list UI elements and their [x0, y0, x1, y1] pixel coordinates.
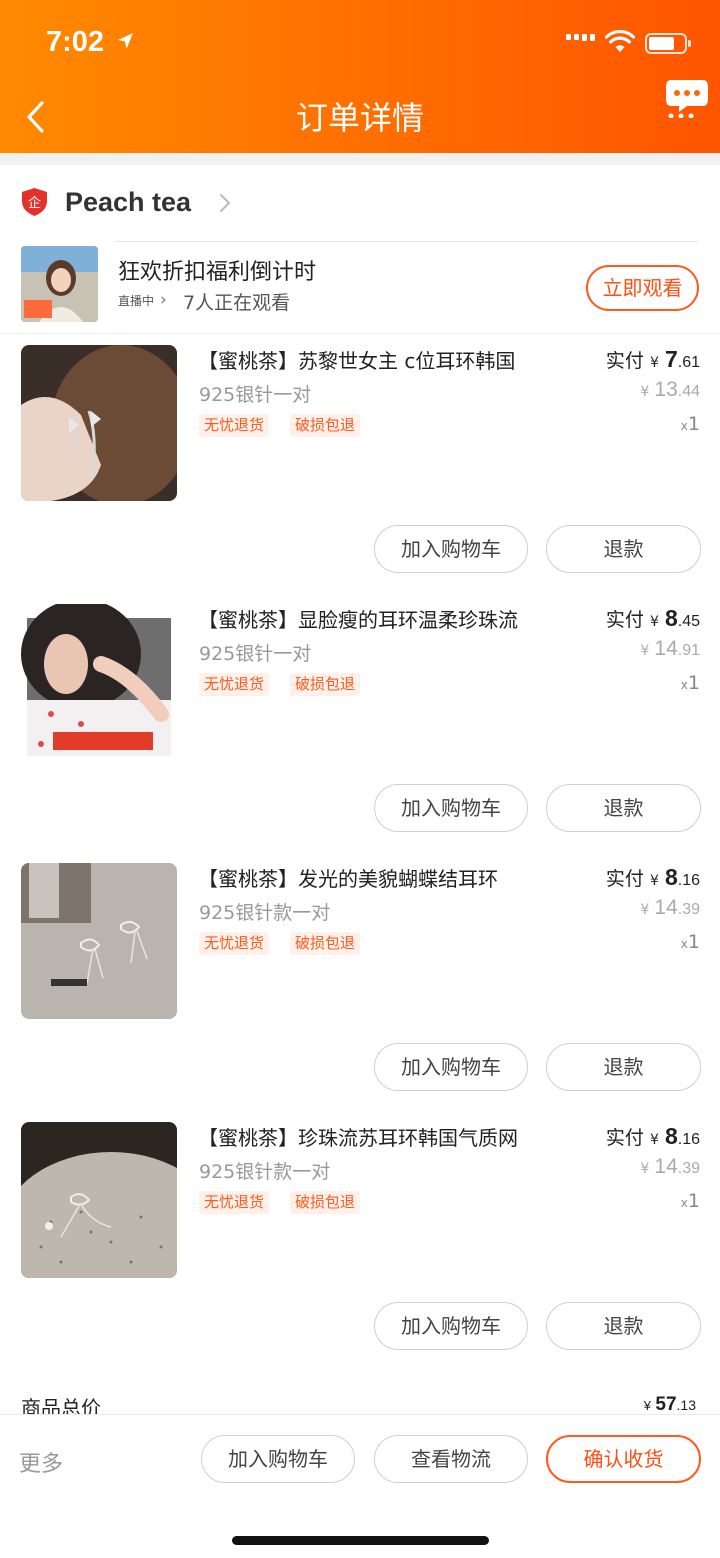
- tag-free-return: 无忧退货: [199, 414, 270, 437]
- original-price: ¥ 13.44: [640, 378, 700, 401]
- tag-free-return: 无忧退货: [199, 932, 270, 955]
- quantity: x1: [680, 672, 700, 694]
- add-to-cart-button[interactable]: 加入购物车: [374, 1302, 528, 1350]
- bottom-action-bar: 更多 加入购物车 查看物流 确认收货: [0, 1414, 720, 1558]
- live-viewer-count: 7人正在观看: [183, 292, 291, 314]
- product-spec: 925银针款一对: [199, 902, 331, 924]
- home-indicator[interactable]: [232, 1536, 489, 1545]
- original-price: ¥ 14.39: [640, 896, 700, 919]
- refund-button[interactable]: 退款: [546, 784, 701, 832]
- tag-damage-return: 破损包退: [290, 414, 361, 437]
- paid-price: 实付 ¥ 8.16: [605, 864, 700, 890]
- live-thumbnail[interactable]: [21, 246, 98, 322]
- original-price: ¥ 14.39: [640, 1155, 700, 1178]
- app-header: 7:02 订单详情: [0, 0, 720, 153]
- add-to-cart-button[interactable]: 加入购物车: [374, 1043, 528, 1091]
- more-button[interactable]: 更多: [19, 1446, 63, 1478]
- product-image[interactable]: [21, 604, 177, 760]
- product-title[interactable]: 【蜜桃茶】显脸瘦的耳环温柔珍珠流: [198, 604, 578, 633]
- total-label: 商品总价: [21, 1396, 101, 1414]
- paid-price: 实付 ¥ 8.16: [605, 1123, 700, 1149]
- live-title: 狂欢折扣福利倒计时: [118, 260, 317, 285]
- view-logistics-button[interactable]: 查看物流: [374, 1435, 528, 1483]
- shield-enterprise-icon: 企: [22, 188, 47, 216]
- product-spec: 925银针一对: [199, 384, 312, 406]
- order-item: 【蜜桃茶】珍珠流苏耳环韩国气质网 925银针款一对 无忧退货 破损包退 实付 ¥…: [0, 1111, 720, 1370]
- tag-free-return: 无忧退货: [199, 673, 270, 696]
- product-image[interactable]: [21, 863, 177, 1019]
- order-item: 【蜜桃茶】发光的美貌蝴蝶结耳环 925银针款一对 无忧退货 破损包退 实付 ¥ …: [0, 852, 720, 1111]
- order-item: 【蜜桃茶】苏黎世女主 c位耳环韩国 925银针一对 无忧退货 破损包退 实付 ¥…: [0, 334, 720, 593]
- tag-free-return: 无忧退货: [199, 1191, 270, 1214]
- cellular-signal-icon: [566, 34, 595, 41]
- tag-damage-return: 破损包退: [290, 673, 361, 696]
- original-price: ¥ 14.91: [640, 637, 700, 660]
- total-price-row: 商品总价 ¥ 57.13: [0, 1382, 720, 1414]
- paid-price: 实付 ¥ 8.45: [605, 605, 700, 631]
- live-status: 直播中: [118, 294, 155, 308]
- battery-icon: [645, 33, 691, 54]
- product-image[interactable]: [21, 1122, 177, 1278]
- live-stream-banner[interactable]: 狂欢折扣福利倒计时 直播中 › 7人正在观看 立即观看: [0, 242, 720, 334]
- product-spec: 925银针款一对: [199, 1161, 331, 1183]
- add-to-cart-button[interactable]: 加入购物车: [201, 1435, 355, 1483]
- chevron-right-icon: ›: [160, 290, 167, 310]
- quantity: x1: [680, 931, 700, 953]
- tag-damage-return: 破损包退: [290, 1191, 361, 1214]
- location-arrow-icon: [118, 33, 133, 49]
- refund-button[interactable]: 退款: [546, 1302, 701, 1350]
- total-value: ¥ 57.13: [643, 1394, 696, 1414]
- tag-damage-return: 破损包退: [290, 932, 361, 955]
- store-name[interactable]: Peach tea: [65, 187, 191, 218]
- add-to-cart-button[interactable]: 加入购物车: [374, 525, 528, 573]
- quantity: x1: [680, 1190, 700, 1212]
- svg-text:企: 企: [28, 195, 41, 211]
- store-row[interactable]: 企 Peach tea: [0, 165, 720, 242]
- product-title[interactable]: 【蜜桃茶】发光的美貌蝴蝶结耳环: [198, 863, 578, 892]
- chevron-right-icon: [220, 194, 231, 212]
- add-to-cart-button[interactable]: 加入购物车: [374, 784, 528, 832]
- watch-now-button[interactable]: 立即观看: [586, 265, 699, 311]
- product-title[interactable]: 【蜜桃茶】苏黎世女主 c位耳环韩国: [198, 345, 578, 374]
- refund-button[interactable]: 退款: [546, 525, 701, 573]
- confirm-receipt-button[interactable]: 确认收货: [546, 1435, 701, 1483]
- wifi-icon: [605, 30, 635, 52]
- section-separator: [0, 153, 720, 165]
- product-image[interactable]: [21, 345, 177, 501]
- quantity: x1: [680, 413, 700, 435]
- page-title: 订单详情: [295, 99, 424, 137]
- product-title[interactable]: 【蜜桃茶】珍珠流苏耳环韩国气质网: [198, 1122, 578, 1151]
- paid-price: 实付 ¥ 7.61: [605, 346, 700, 372]
- product-spec: 925银针一对: [199, 643, 312, 665]
- status-time: 7:02: [46, 26, 105, 58]
- refund-button[interactable]: 退款: [546, 1043, 701, 1091]
- chat-bubble-icon[interactable]: [665, 78, 709, 118]
- order-item: 【蜜桃茶】显脸瘦的耳环温柔珍珠流 925银针一对 无忧退货 破损包退 实付 ¥ …: [0, 593, 720, 852]
